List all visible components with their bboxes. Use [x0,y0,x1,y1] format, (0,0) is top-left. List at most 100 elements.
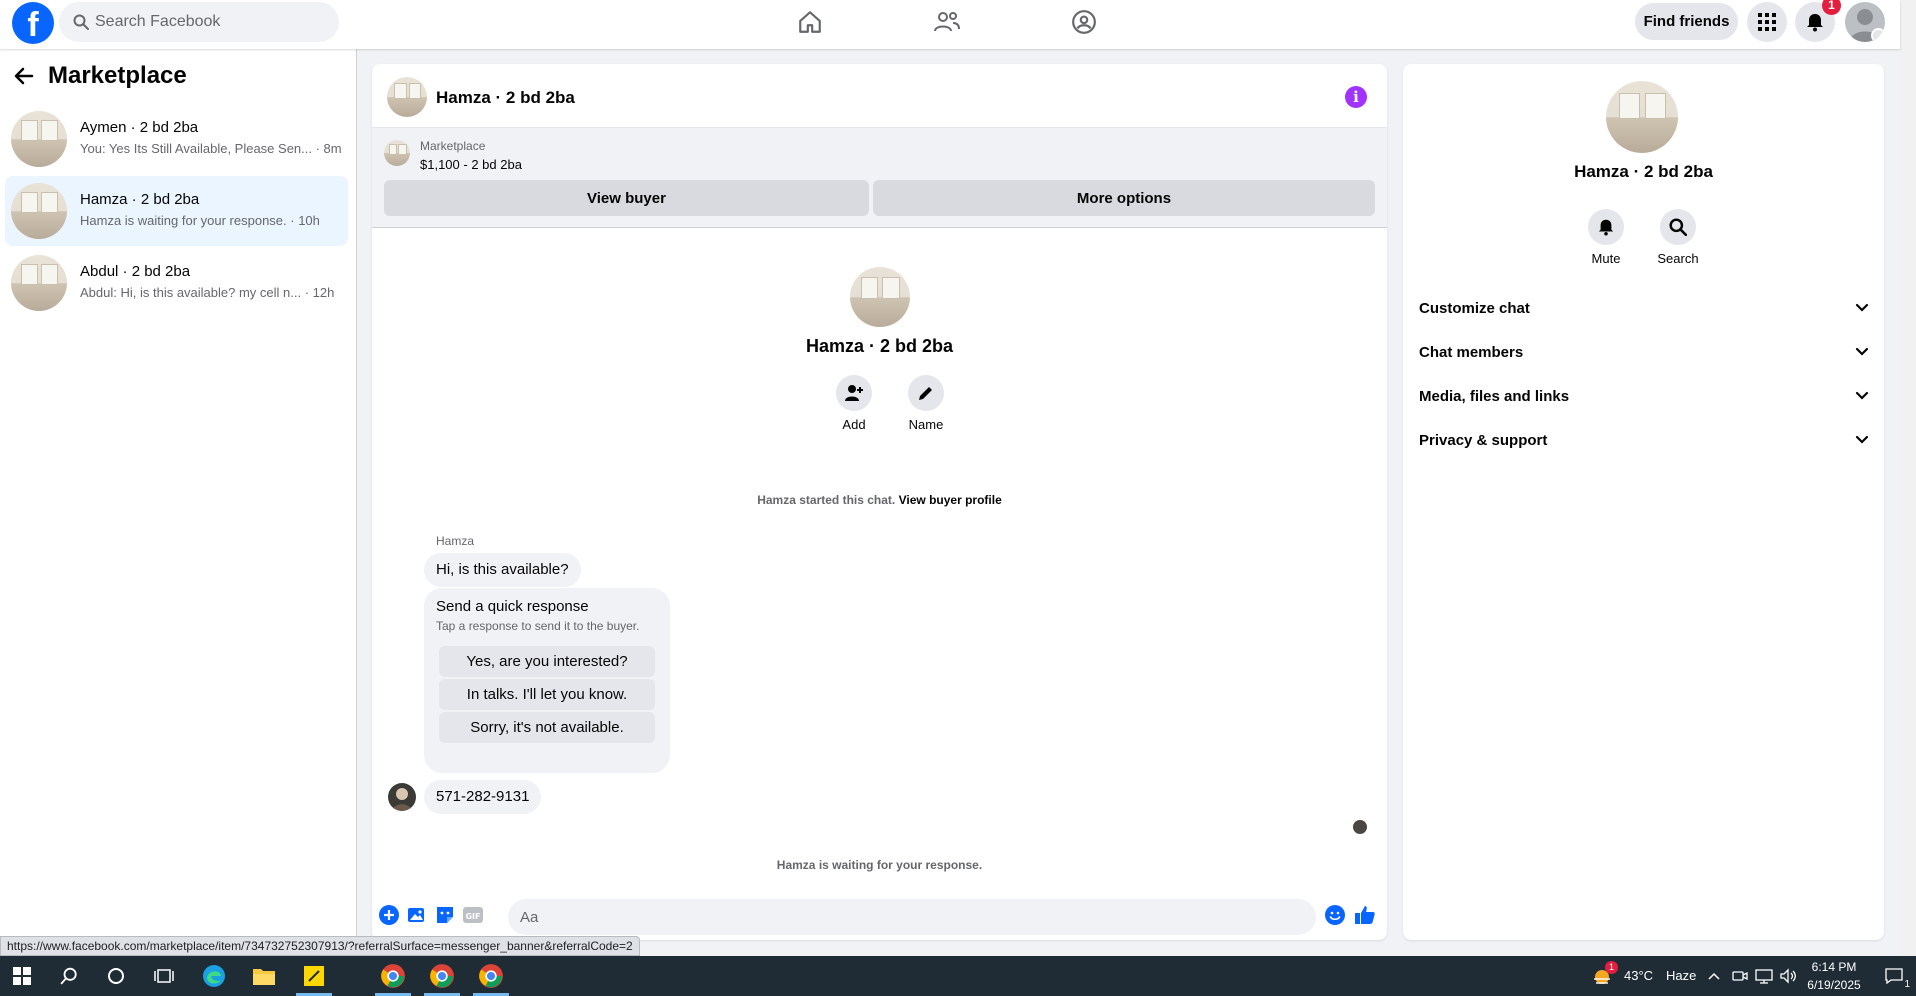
quick-response-option[interactable]: Sorry, it's not available. [439,712,655,743]
plus-circle-icon[interactable] [378,904,400,926]
view-buyer-button[interactable]: View buyer [384,180,869,216]
quick-response-subtitle: Tap a response to send it to the buyer. [436,619,640,633]
seen-indicator-avatar [1353,820,1367,834]
windows-taskbar: 1 43°C Haze 6:14 PM 6/19/2025 1 [0,956,1916,996]
edge-browser-icon[interactable] [200,962,228,990]
search-in-chat-button[interactable]: Search [1648,209,1708,266]
info-panel-name: Hamza · 2 bd 2ba [1574,162,1713,181]
message-bubble[interactable]: Hi, is this available? [424,553,581,587]
conversation-name: Aymen · 2 bd 2ba [80,119,199,136]
task-view-icon[interactable] [150,962,178,990]
chevron-down-icon [1855,435,1869,444]
message-bubble[interactable]: 571-282-9131 [424,780,542,814]
action-center-icon[interactable]: 1 [1880,962,1910,990]
chevron-down-icon [1855,347,1869,356]
tray-chevron-up-icon[interactable] [1700,962,1728,990]
more-options-button[interactable]: More options [873,180,1375,216]
chat-header-avatar[interactable] [387,77,427,117]
customize-chat-section[interactable]: Customize chat [1419,290,1869,326]
edit-name-action[interactable]: Name [896,375,956,432]
system-clock[interactable]: 6:14 PM 6/19/2025 [1802,958,1866,994]
cortana-icon[interactable] [102,962,130,990]
conversation-snippet: Hamza is waiting for your response. · 10… [80,213,320,228]
quick-response-option[interactable]: In talks. I'll let you know. [439,679,655,710]
bell-icon [1598,219,1614,236]
weather-description[interactable]: Haze [1666,968,1696,983]
conversation-item-active[interactable]: Hamza · 2 bd 2ba Hamza is waiting for yo… [5,176,348,246]
listing-source-label: Marketplace [420,139,486,153]
svg-text:GIF: GIF [465,912,480,921]
marketplace-header: Marketplace [14,62,187,90]
chevron-down-icon [1871,28,1885,42]
mute-button[interactable]: Mute [1576,209,1636,266]
chrome-profile-icon[interactable] [379,962,407,990]
back-arrow-icon[interactable] [14,66,34,86]
listing-price-title[interactable]: $1,100 - 2 bd 2ba [420,157,522,172]
photo-icon[interactable] [406,904,428,926]
message-input[interactable] [508,899,1316,935]
quick-response-title: Send a quick response [436,598,589,615]
search-box[interactable] [59,2,339,42]
home-icon[interactable] [792,6,828,38]
find-friends-button[interactable]: Find friends [1635,3,1738,40]
chat-started-notice: Hamza started this chat. View buyer prof… [757,493,1002,507]
sticker-icon[interactable] [434,904,456,926]
marketplace-conversations-panel: Marketplace Aymen · 2 bd 2ba You: Yes It… [0,49,357,956]
chat-info-panel: Hamza · 2 bd 2ba Mute Search Customize c… [1403,64,1884,940]
chrome-profile-icon[interactable] [477,962,505,990]
listing-thumbnail [11,183,67,239]
action-center-count: 1 [1904,979,1910,990]
info-icon[interactable]: i [1345,86,1367,108]
chat-window: Hamza · 2 bd 2ba i Marketplace $1,100 - … [372,64,1387,940]
notification-badge: 1 [1822,0,1841,15]
chat-header-name[interactable]: Hamza · 2 bd 2ba [436,88,575,108]
apps-grid-button[interactable] [1747,2,1787,42]
volume-icon[interactable] [1774,962,1802,990]
chat-members-section[interactable]: Chat members [1419,334,1869,370]
page-scrollbar[interactable] [1900,0,1916,956]
chevron-down-icon [1855,391,1869,400]
top-navigation-bar: f Find friends 1 [0,0,1900,49]
add-person-action[interactable]: Add [824,375,884,432]
search-icon [1669,218,1687,236]
chat-header: Hamza · 2 bd 2ba i [372,64,1387,128]
file-explorer-icon[interactable] [250,962,278,990]
waiting-notice: Hamza is waiting for your response. [776,858,983,872]
account-avatar[interactable] [1845,2,1885,42]
listing-thumbnail [11,111,67,167]
conversation-name: Hamza · 2 bd 2ba [80,191,200,208]
gif-icon[interactable]: GIF [462,904,484,926]
chat-intro-name: Hamza · 2 bd 2ba [805,336,954,356]
view-buyer-profile-link[interactable]: View buyer profile [899,493,1002,507]
facebook-logo[interactable]: f [12,2,54,44]
add-person-icon [845,385,863,401]
friends-icon[interactable] [929,6,965,38]
search-input[interactable] [95,2,331,42]
link-status-url: https://www.facebook.com/marketplace/ite… [0,936,640,956]
notifications-button[interactable]: 1 [1795,0,1841,42]
listing-thumbnail [11,255,67,311]
weather-sun-icon[interactable]: 1 [1588,961,1618,990]
listing-thumbnail [384,140,410,166]
groups-icon[interactable] [1066,6,1102,38]
weather-alert-badge: 1 [1605,961,1618,974]
media-files-links-section[interactable]: Media, files and links [1419,378,1869,414]
emoji-icon[interactable] [1324,904,1346,926]
privacy-support-section[interactable]: Privacy & support [1419,422,1869,458]
conversation-name: Abdul · 2 bd 2ba [80,263,191,280]
search-icon [73,14,89,30]
thumbs-up-icon[interactable] [1354,904,1376,926]
search-icon[interactable] [55,962,83,990]
sticky-notes-icon[interactable] [300,962,328,990]
conversation-item[interactable]: Aymen · 2 bd 2ba You: Yes Its Still Avai… [5,104,348,174]
chrome-profile-icon[interactable] [428,962,456,990]
sender-avatar[interactable] [388,783,416,811]
quick-response-option[interactable]: Yes, are you interested? [439,646,655,677]
weather-temperature[interactable]: 43°C [1624,968,1653,983]
windows-start-icon[interactable] [8,962,36,990]
conversation-item[interactable]: Abdul · 2 bd 2ba Abdul: Hi, is this avai… [5,248,348,318]
message-sender-name: Hamza [436,534,475,548]
message-composer: GIF [372,894,1387,940]
conversation-snippet: You: Yes Its Still Available, Please Sen… [80,141,342,156]
chat-intro-avatar [850,267,910,327]
